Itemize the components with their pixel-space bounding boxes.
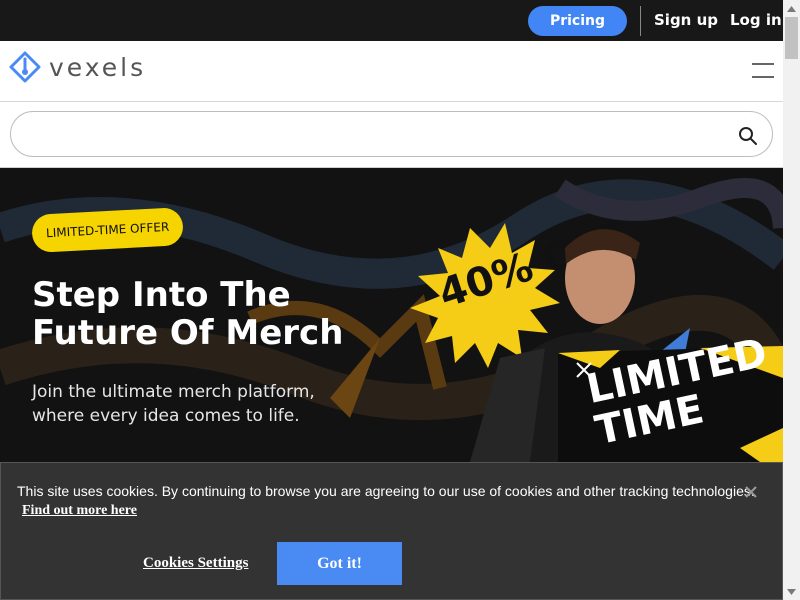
- hero-title: Step Into The Future Of Merch: [32, 276, 392, 352]
- hero-subtitle-line-1: Join the ultimate merch platform,: [32, 382, 315, 402]
- got-it-button[interactable]: Got it!: [277, 542, 402, 585]
- hero-subtitle: Join the ultimate merch platform, where …: [32, 380, 372, 428]
- search-area: [0, 102, 783, 168]
- top-bar: Pricing Sign up Log in: [0, 0, 783, 41]
- site-header: vexels: [0, 41, 783, 102]
- hero-title-line-2: Future Of Merch: [32, 313, 344, 353]
- hero-title-line-1: Step Into The: [32, 275, 291, 315]
- cookies-settings-link[interactable]: Cookies Settings: [143, 555, 248, 572]
- pricing-button[interactable]: Pricing: [528, 6, 627, 36]
- search-icon[interactable]: [738, 126, 758, 146]
- hero-subtitle-line-2: where every idea comes to life.: [32, 406, 300, 426]
- search-input[interactable]: [10, 111, 773, 157]
- hero-banner: 40% OFF LIMITED-TIME OFFER Step Into The…: [0, 168, 783, 462]
- hamburger-icon[interactable]: [752, 63, 774, 81]
- log-in-link[interactable]: Log in: [730, 11, 782, 29]
- scrollbar[interactable]: [783, 0, 800, 600]
- scroll-down-arrow-icon[interactable]: [783, 583, 800, 600]
- sign-up-link[interactable]: Sign up: [654, 11, 718, 29]
- cookie-close-icon[interactable]: [742, 483, 760, 501]
- find-out-more-link[interactable]: Find out more here: [22, 503, 137, 519]
- vexels-logo[interactable]: vexels: [9, 51, 146, 83]
- scroll-thumb[interactable]: [785, 17, 798, 59]
- logo-text: vexels: [49, 52, 147, 82]
- divider: [640, 6, 641, 36]
- limited-offer-badge: LIMITED-TIME OFFER: [31, 207, 185, 253]
- cookie-banner: This site uses cookies. By continuing to…: [0, 462, 783, 600]
- cookie-message: This site uses cookies. By continuing to…: [17, 483, 755, 499]
- scroll-up-arrow-icon[interactable]: [783, 0, 800, 17]
- vexels-logo-icon: [9, 51, 41, 83]
